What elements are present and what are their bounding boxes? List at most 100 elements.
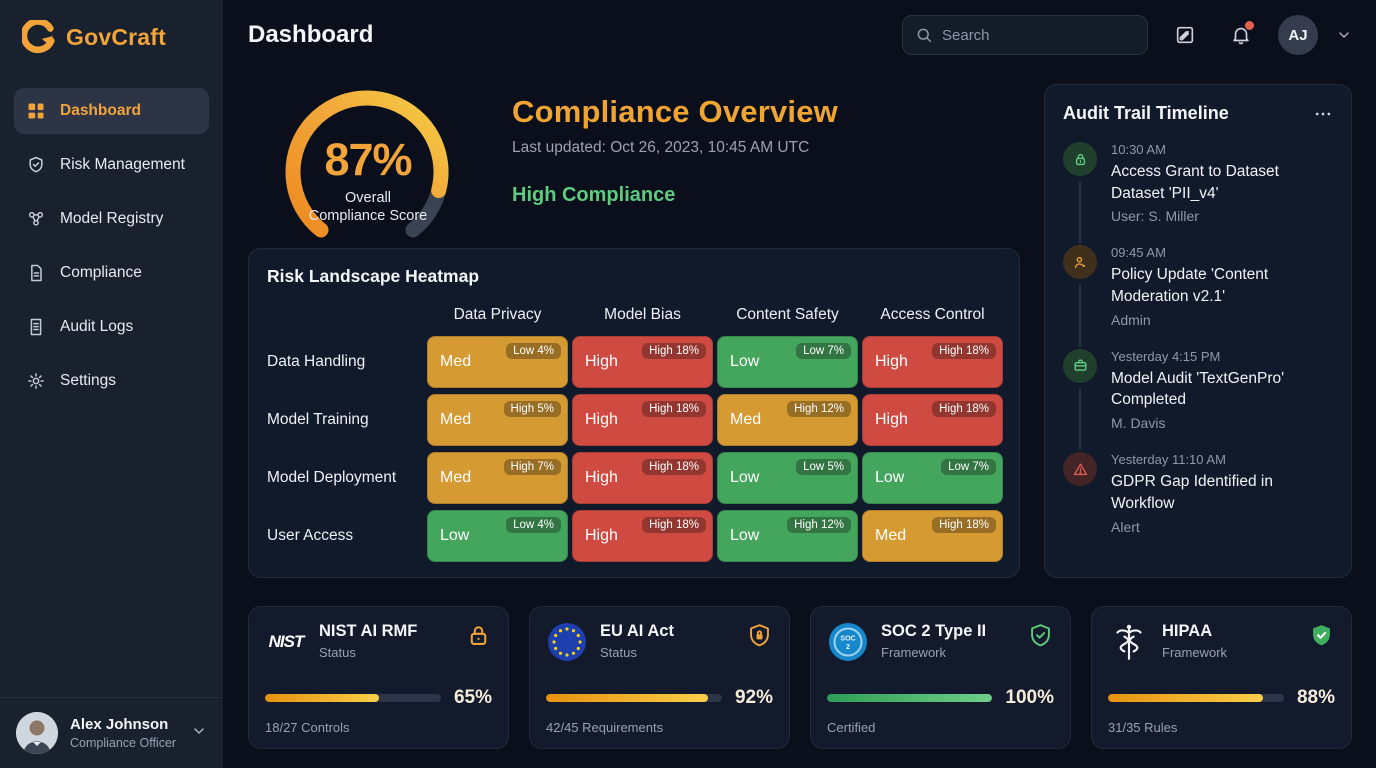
heatmap-cell[interactable]: Med High 7%: [427, 452, 568, 504]
timeline-event[interactable]: 10:30 AM Access Grant to Dataset Dataset…: [1063, 142, 1333, 245]
sidebar-item-risk-management[interactable]: Risk Management: [14, 142, 209, 188]
heatmap-column-header: Model Bias: [572, 300, 713, 330]
card-subtitle: Status: [600, 645, 674, 660]
cell-level: High: [585, 469, 618, 487]
timeline-event[interactable]: Yesterday 11:10 AM GDPR Gap Identified i…: [1063, 452, 1333, 555]
event-time: 09:45 AM: [1111, 245, 1323, 260]
search-icon: [915, 26, 933, 44]
overview-title: Compliance Overview: [512, 94, 838, 130]
heatmap-cell[interactable]: Med Low 4%: [427, 336, 568, 388]
compose-button[interactable]: [1166, 16, 1204, 54]
notifications-button[interactable]: [1222, 16, 1260, 54]
timeline-event[interactable]: 09:45 AM Policy Update 'Content Moderati…: [1063, 245, 1333, 348]
event-title: Policy Update 'Content Moderation v2.1': [1111, 264, 1323, 307]
cell-badge: Low 4%: [506, 517, 561, 533]
event-time: 10:30 AM: [1111, 142, 1323, 157]
cell-level: High: [585, 411, 618, 429]
notification-dot: [1245, 21, 1254, 30]
heatmap-cell[interactable]: Low Low 4%: [427, 510, 568, 562]
cell-badge: Low 7%: [941, 459, 996, 475]
heatmap-cell[interactable]: LowHigh 12%: [717, 510, 858, 562]
timeline-event[interactable]: Yesterday 4:15 PM Model Audit 'TextGenPr…: [1063, 349, 1333, 452]
event-title: Model Audit 'TextGenPro' Completed: [1111, 368, 1323, 411]
sidebar-item-compliance[interactable]: Compliance: [14, 250, 209, 296]
heatmap-cell[interactable]: HighHigh 18%: [572, 336, 713, 388]
search-box: [902, 15, 1148, 55]
sidebar-item-dashboard[interactable]: Dashboard: [14, 88, 209, 134]
event-actor: M. Davis: [1111, 415, 1323, 431]
chevron-down-icon[interactable]: [1336, 27, 1352, 43]
event-actor: Alert: [1111, 519, 1323, 535]
cell-level: Low: [730, 469, 759, 487]
briefcase-icon: [1063, 349, 1097, 383]
lock-icon: [1063, 142, 1097, 176]
cell-badge: High 7%: [504, 459, 561, 475]
progress-bar: [827, 694, 992, 702]
cell-level: Low: [440, 527, 469, 545]
shield-check-icon: [1308, 622, 1335, 649]
card-soc2-type-ii[interactable]: SOC 2 SOC 2 Type II Framework: [810, 606, 1071, 749]
topbar: Dashboard: [224, 0, 1376, 70]
heatmap-row-label: Model Training: [265, 411, 423, 429]
cell-level: Med: [875, 527, 906, 545]
main-area: Dashboard: [224, 0, 1376, 768]
card-subtitle: Framework: [1162, 645, 1227, 660]
sidebar-item-model-registry[interactable]: Model Registry: [14, 196, 209, 242]
event-actor: Admin: [1111, 312, 1323, 328]
card-hipaa[interactable]: HIPAA Framework 88% 31/35 Rules: [1091, 606, 1352, 749]
heatmap-cell[interactable]: LowLow 5%: [717, 452, 858, 504]
header-avatar[interactable]: AJ: [1278, 15, 1318, 55]
cell-level: Med: [440, 411, 471, 429]
compliance-status-label: High Compliance: [512, 184, 838, 207]
cell-level: High: [585, 353, 618, 371]
cell-badge: High 18%: [642, 459, 706, 475]
sidebar-user-menu[interactable]: Alex Johnson Compliance Officer: [0, 697, 223, 768]
brand-name: GovCraft: [66, 24, 166, 51]
card-eu-ai-act[interactable]: EU AI Act Status 92% 42/45 Requirements: [529, 606, 790, 749]
heatmap-cell[interactable]: MedHigh 5%: [427, 394, 568, 446]
heatmap-cell[interactable]: LowLow 7%: [717, 336, 858, 388]
cell-level: Low: [730, 353, 759, 371]
search-input[interactable]: [942, 27, 1141, 44]
card-nist-ai-rmf[interactable]: NIST NIST AI RMF Status 65% 18/27 Contro…: [248, 606, 509, 749]
sidebar-item-label: Model Registry: [60, 210, 163, 228]
chevron-down-icon[interactable]: [191, 723, 207, 744]
progress-bar: [265, 694, 441, 702]
progress-percent: 92%: [735, 687, 773, 709]
lock-icon: [465, 622, 492, 649]
heatmap-cell[interactable]: HighHigh 18%: [862, 394, 1003, 446]
sidebar-item-audit-logs[interactable]: Audit Logs: [14, 304, 209, 350]
heatmap-cell[interactable]: HighHigh 18%: [572, 394, 713, 446]
sidebar-item-settings[interactable]: Settings: [14, 358, 209, 404]
heatmap-cell[interactable]: High High 18%: [572, 452, 713, 504]
cell-badge: High 18%: [932, 401, 996, 417]
heatmap-column-header: Access Control: [862, 300, 1003, 330]
card-title: EU AI Act: [600, 622, 674, 641]
app-window: GovCraft Dashboard Risk Management: [0, 0, 1376, 768]
alert-triangle-icon: [1063, 452, 1097, 486]
card-subtitle: Framework: [881, 645, 986, 660]
cell-badge: Low 4%: [506, 343, 561, 359]
gauge-caption-line1: Overall: [262, 189, 474, 207]
heatmap-grid: Data Privacy Model Bias Content Safety A…: [265, 300, 1003, 562]
heatmap-cell[interactable]: MedHigh 12%: [717, 394, 858, 446]
page-title: Dashboard: [248, 21, 373, 49]
sidebar-item-label: Compliance: [60, 264, 142, 282]
network-nodes-icon: [26, 209, 46, 229]
heatmap-cell[interactable]: HighHigh 18%: [572, 510, 713, 562]
svg-text:2: 2: [846, 644, 850, 651]
cell-level: Low: [875, 469, 904, 487]
heatmap-cell[interactable]: Low Low 7%: [862, 452, 1003, 504]
brand: GovCraft: [0, 0, 223, 70]
heatmap-cell[interactable]: HighHigh 18%: [862, 336, 1003, 388]
card-footer: 42/45 Requirements: [546, 720, 773, 735]
ellipsis-menu-icon[interactable]: [1313, 104, 1333, 124]
cell-level: Med: [440, 353, 471, 371]
heatmap-cell[interactable]: MedHigh 18%: [862, 510, 1003, 562]
user-name: Alex Johnson: [70, 716, 176, 733]
document-lines-icon: [26, 317, 46, 337]
cell-level: Med: [440, 469, 471, 487]
user-role: Compliance Officer: [70, 736, 176, 750]
progress-bar: [546, 694, 722, 702]
sidebar-item-label: Dashboard: [60, 102, 141, 120]
